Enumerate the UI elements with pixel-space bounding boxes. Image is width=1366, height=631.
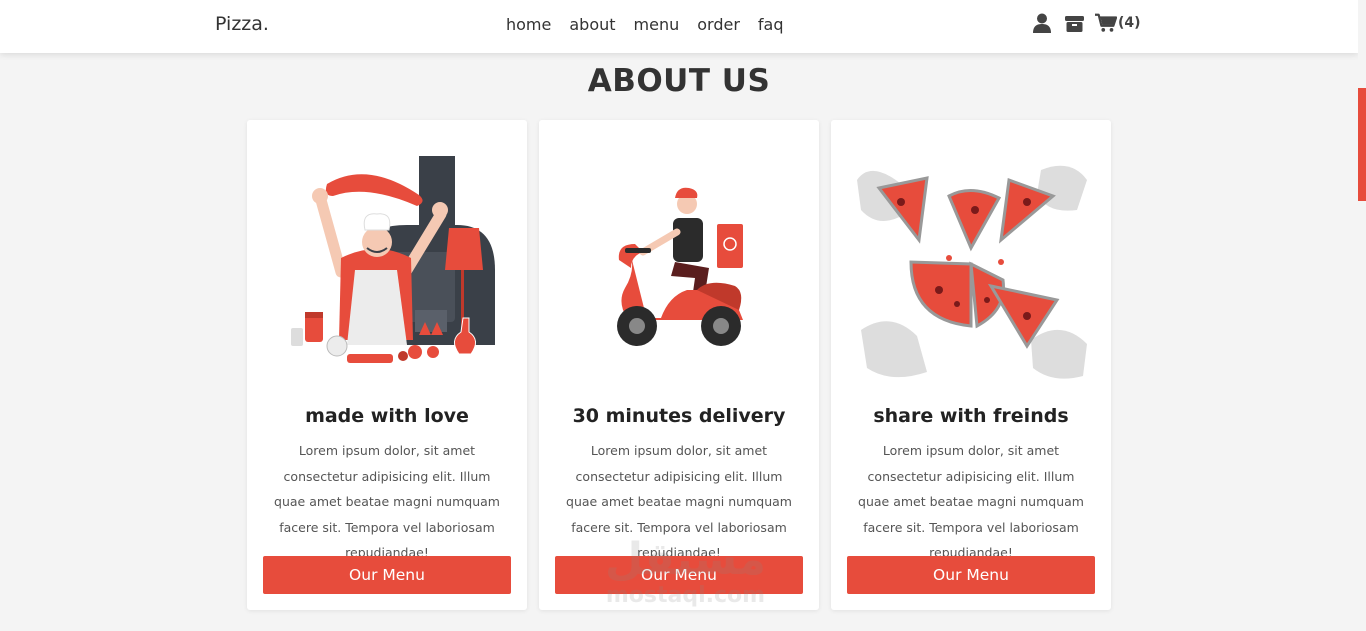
card-description: Lorem ipsum dolor, sit amet consectetur … <box>566 443 792 560</box>
card-title: made with love <box>305 405 469 427</box>
site-header: Pizza. home about menu order faq (4) <box>0 0 1358 53</box>
our-menu-button[interactable]: Our Menu <box>263 556 511 594</box>
our-menu-button[interactable]: Our Menu <box>847 556 1095 594</box>
cart-icon[interactable] <box>1095 12 1117 34</box>
scrollbar-thumb[interactable] <box>1358 88 1366 201</box>
scooter-delivery-illustration <box>617 187 743 346</box>
card-title: share with freinds <box>873 405 1069 427</box>
nav-link-faq[interactable]: faq <box>758 15 784 34</box>
main-nav: home about menu order faq <box>506 15 802 34</box>
about-card-share-with-friends: share with freinds Lorem ipsum dolor, si… <box>831 120 1111 610</box>
about-card-30-minutes-delivery: 30 minutes delivery Lorem ipsum dolor, s… <box>539 120 819 610</box>
about-card-made-with-love: made with love Lorem ipsum dolor, sit am… <box>247 120 527 610</box>
card-description: Lorem ipsum dolor, sit amet consectetur … <box>274 443 500 560</box>
friends-sharing-pizza-illustration <box>857 165 1087 379</box>
box-icon[interactable] <box>1063 12 1085 34</box>
our-menu-button[interactable]: Our Menu <box>555 556 803 594</box>
nav-link-order[interactable]: order <box>697 15 740 34</box>
user-icon[interactable] <box>1031 12 1053 34</box>
section-title: ABOUT US <box>587 63 771 99</box>
nav-link-menu[interactable]: menu <box>634 15 680 34</box>
nav-link-about[interactable]: about <box>569 15 615 34</box>
scrollbar-track[interactable] <box>1358 0 1366 631</box>
card-description: Lorem ipsum dolor, sit amet consectetur … <box>858 443 1084 560</box>
header-icons: (4) <box>1031 12 1141 34</box>
chef-tossing-pizza-illustration <box>291 156 495 363</box>
cart-count-badge: (4) <box>1118 15 1141 31</box>
site-logo[interactable]: Pizza. <box>215 13 269 35</box>
card-title: 30 minutes delivery <box>572 405 786 427</box>
nav-link-home[interactable]: home <box>506 15 551 34</box>
